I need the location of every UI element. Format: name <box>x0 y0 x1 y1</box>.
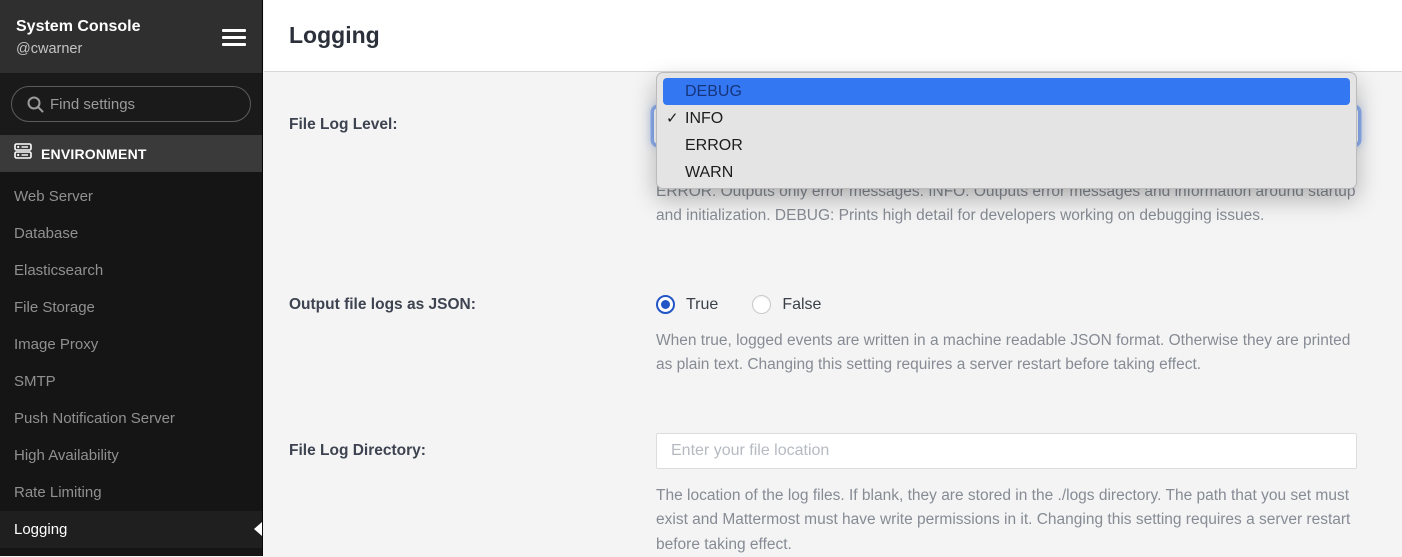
file-log-directory-help: The location of the log files. If blank,… <box>656 484 1362 557</box>
dropdown-option-debug[interactable]: DEBUG <box>663 78 1350 105</box>
sidebar-item-smtp[interactable]: SMTP <box>0 363 262 400</box>
dropdown-option-info-label: INFO <box>685 110 723 127</box>
environment-nav: Web Server Database Elasticsearch File S… <box>0 172 262 548</box>
menu-icon[interactable] <box>222 29 246 47</box>
radio-false[interactable] <box>752 295 771 314</box>
sidebar-search-section <box>0 73 262 135</box>
search-icon <box>26 95 45 119</box>
sidebar-item-web-server[interactable]: Web Server <box>0 178 262 215</box>
sidebar-item-elasticsearch[interactable]: Elasticsearch <box>0 252 262 289</box>
sidebar-item-logging-label: Logging <box>14 521 67 538</box>
active-caret-icon <box>254 522 262 536</box>
sidebar-item-image-proxy[interactable]: Image Proxy <box>0 326 262 363</box>
section-environment-label: ENVIRONMENT <box>41 146 147 162</box>
page-header: Logging <box>264 0 1402 72</box>
file-log-directory-label: File Log Directory: <box>289 442 426 460</box>
search-input[interactable] <box>50 96 230 113</box>
server-stack-icon <box>14 143 32 164</box>
dropdown-option-warn[interactable]: WARN <box>657 159 1356 186</box>
logging-settings-panel: Logging File Log Level: ERROR: Outputs o… <box>264 0 1402 556</box>
console-username: @cwarner <box>16 38 246 60</box>
search-box[interactable] <box>11 86 251 122</box>
sidebar-header: System Console @cwarner <box>0 0 262 73</box>
radio-true-label[interactable]: True <box>686 296 718 314</box>
file-log-directory-input[interactable] <box>656 433 1357 469</box>
json-output-label: Output file logs as JSON: <box>289 296 476 314</box>
console-title: System Console <box>16 16 246 38</box>
sidebar-item-push-notification-server[interactable]: Push Notification Server <box>0 400 262 437</box>
file-log-level-label: File Log Level: <box>289 116 398 134</box>
sidebar-item-logging[interactable]: Logging <box>0 511 262 548</box>
file-log-level-dropdown: DEBUG ✓ INFO ERROR WARN <box>656 72 1357 189</box>
radio-true[interactable] <box>656 295 675 314</box>
checkmark-icon: ✓ <box>666 105 679 132</box>
section-environment: ENVIRONMENT <box>0 135 262 172</box>
sidebar-item-rate-limiting[interactable]: Rate Limiting <box>0 474 262 511</box>
dropdown-option-error[interactable]: ERROR <box>657 132 1356 159</box>
page-title: Logging <box>289 22 380 49</box>
sidebar-item-database[interactable]: Database <box>0 215 262 252</box>
system-console-sidebar: System Console @cwarner ENVIRONME <box>0 0 263 556</box>
radio-false-label[interactable]: False <box>782 296 821 314</box>
json-output-radio-group: True False <box>656 295 821 314</box>
dropdown-option-info[interactable]: ✓ INFO <box>657 105 1356 132</box>
json-output-help: When true, logged events are written in … <box>656 329 1362 378</box>
sidebar-item-file-storage[interactable]: File Storage <box>0 289 262 326</box>
sidebar-item-high-availability[interactable]: High Availability <box>0 437 262 474</box>
